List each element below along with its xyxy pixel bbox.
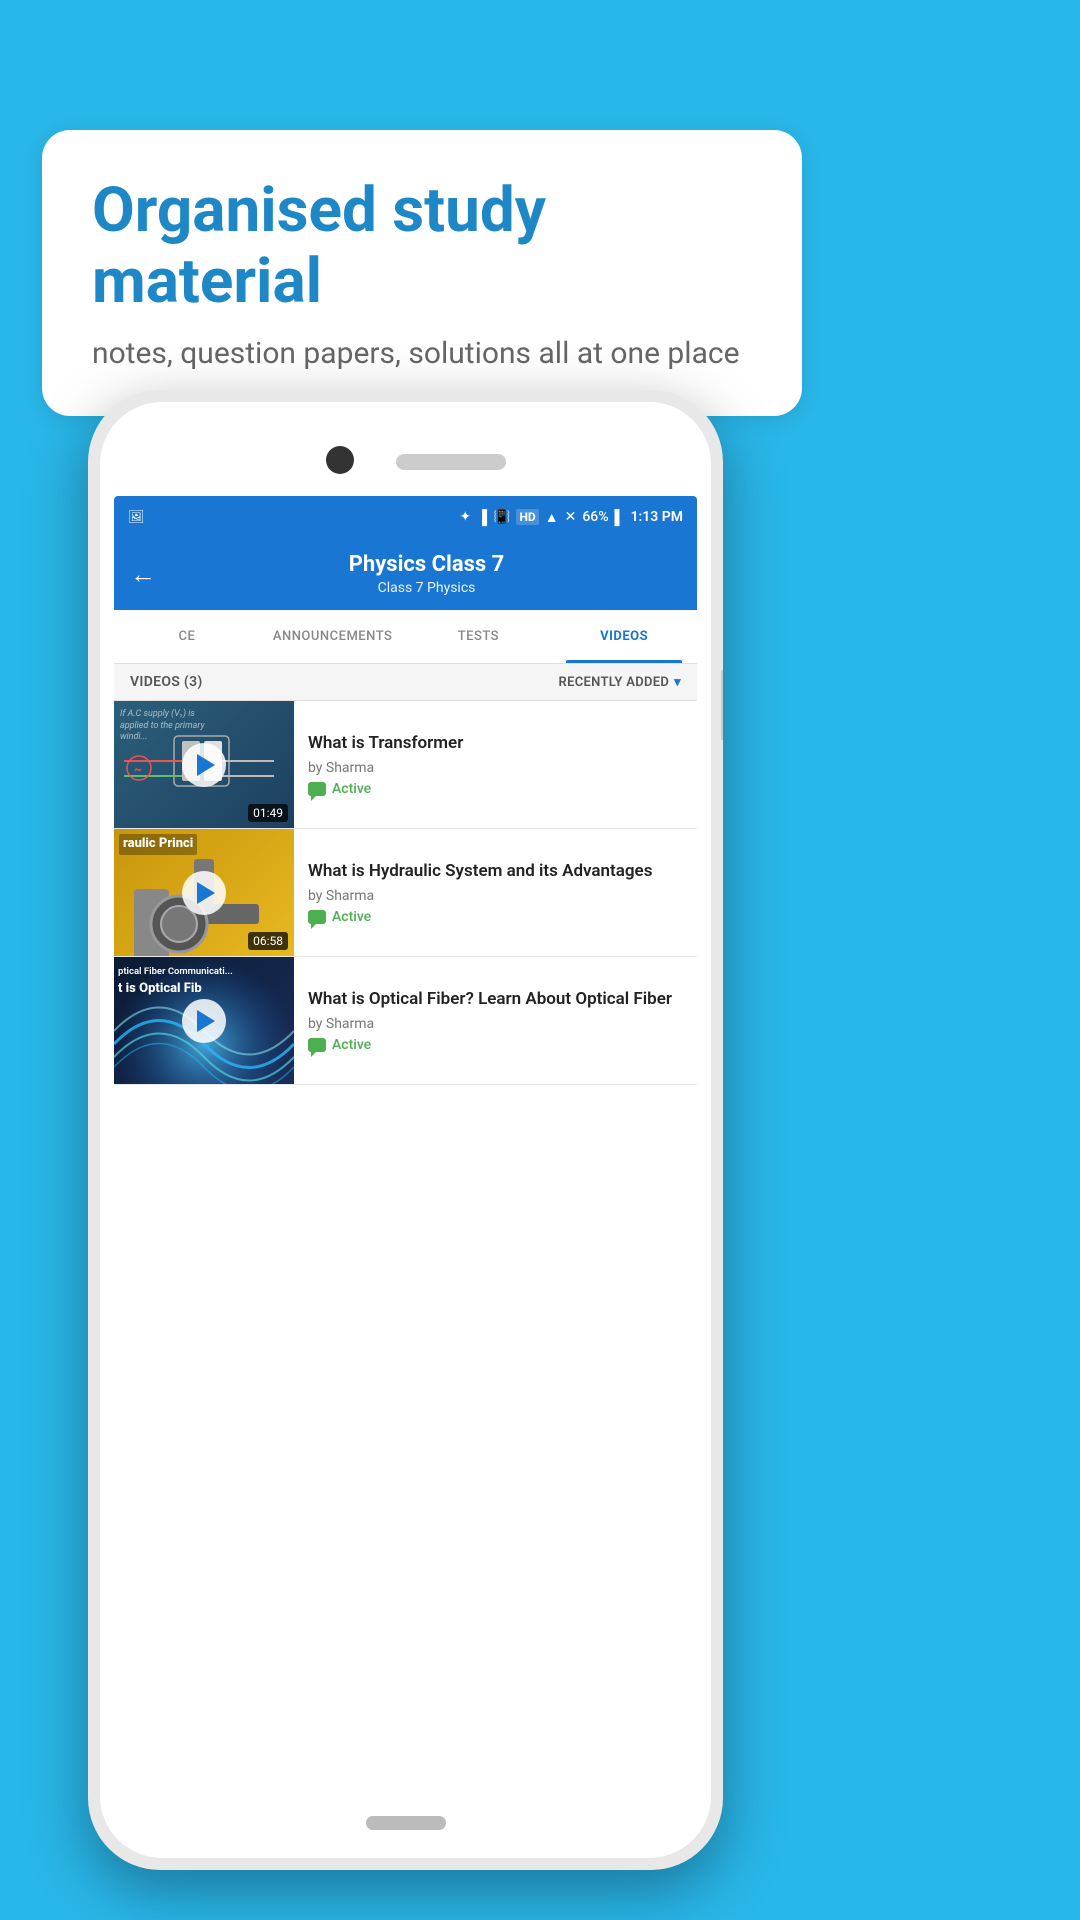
phone-screen: 🖼 ✦ ▐ 📳 HD ▲ ✕ 66% ▌ 1:13 PM ← P: [114, 496, 697, 1803]
thumb-overlay-1: If A.C supply (V₁) is applied to the pri…: [120, 709, 220, 744]
play-button-2[interactable]: [182, 871, 226, 915]
tab-announcements[interactable]: ANNOUNCEMENTS: [260, 610, 406, 663]
status-left: 🖼: [128, 510, 145, 525]
app-bar: ← Physics Class 7 Class 7 Physics: [114, 538, 697, 610]
video-thumbnail: ptical Fiber Communicati... t is Optical…: [114, 957, 294, 1084]
phone-side-button: [721, 670, 723, 740]
app-title: Physics Class 7: [172, 552, 681, 577]
bubble-title: Organised study material: [92, 175, 752, 318]
wifi-icon: ▲: [545, 509, 559, 526]
video-item[interactable]: ~ If A.C supply (V₁) is applied to the p…: [114, 701, 697, 829]
signal-icon: ▐: [477, 509, 487, 526]
thumb-overlay-2: raulic Princi: [119, 834, 197, 855]
play-icon: [197, 882, 215, 904]
videos-header: VIDEOS (3) RECENTLY ADDED ▾: [114, 664, 697, 701]
video-info-2: What is Hydraulic System and its Advanta…: [294, 829, 697, 956]
speech-bubble: Organised study material notes, question…: [42, 130, 802, 416]
chat-icon-3: [308, 1038, 326, 1052]
chat-icon-1: [308, 782, 326, 796]
vibrate-icon: 📳: [493, 509, 510, 525]
video-title-3: What is Optical Fiber? Learn About Optic…: [308, 988, 683, 1010]
app-subtitle: Class 7 Physics: [378, 580, 476, 596]
hd-label: HD: [516, 509, 538, 525]
video-author-3: by Sharma: [308, 1016, 683, 1032]
photo-icon: 🖼: [128, 510, 145, 525]
video-info-1: What is Transformer by Sharma Active: [294, 701, 697, 828]
video-thumbnail: ~ If A.C supply (V₁) is applied to the p…: [114, 701, 294, 828]
tab-tests[interactable]: TESTS: [406, 610, 552, 663]
video-info-3: What is Optical Fiber? Learn About Optic…: [294, 957, 697, 1084]
play-icon: [197, 1010, 215, 1032]
chat-icon-2: [308, 910, 326, 924]
video-author-1: by Sharma: [308, 760, 683, 776]
tab-bar: CE ANNOUNCEMENTS TESTS VIDEOS: [114, 610, 697, 664]
video-title-2: What is Hydraulic System and its Advanta…: [308, 860, 683, 882]
phone-inner: 🖼 ✦ ▐ 📳 HD ▲ ✕ 66% ▌ 1:13 PM ← P: [100, 402, 711, 1858]
sort-chevron-icon: ▾: [674, 675, 681, 690]
back-button[interactable]: ←: [130, 559, 156, 590]
video-thumbnail: raulic Princi 06:58: [114, 829, 294, 956]
video-item[interactable]: ptical Fiber Communicati... t is Optical…: [114, 957, 697, 1085]
video-status-2: Active: [308, 909, 683, 925]
phone-frame: 🖼 ✦ ▐ 📳 HD ▲ ✕ 66% ▌ 1:13 PM ← P: [88, 390, 723, 1870]
play-button-1[interactable]: [182, 743, 226, 787]
phone-speaker: [396, 454, 506, 470]
phone-home-indicator: [366, 1816, 446, 1830]
network-icon: ✕: [565, 509, 577, 525]
time-label: 1:13 PM: [630, 509, 683, 525]
video-item[interactable]: raulic Princi 06:58 What is Hydraulic Sy…: [114, 829, 697, 957]
status-right: ✦ ▐ 📳 HD ▲ ✕ 66% ▌ 1:13 PM: [459, 509, 683, 526]
phone-camera: [326, 446, 354, 474]
play-icon: [197, 754, 215, 776]
bubble-subtitle: notes, question papers, solutions all at…: [92, 336, 752, 371]
tab-videos[interactable]: VIDEOS: [551, 610, 697, 663]
play-button-3[interactable]: [182, 999, 226, 1043]
battery-text: 66%: [582, 509, 608, 525]
sort-button[interactable]: RECENTLY ADDED ▾: [559, 675, 681, 690]
sort-label: RECENTLY ADDED: [559, 675, 670, 690]
battery-icon: ▌: [615, 509, 625, 526]
status-bar: 🖼 ✦ ▐ 📳 HD ▲ ✕ 66% ▌ 1:13 PM: [114, 496, 697, 538]
video-title-1: What is Transformer: [308, 732, 683, 754]
video-duration-2: 06:58: [248, 932, 288, 950]
video-author-2: by Sharma: [308, 888, 683, 904]
tab-ce[interactable]: CE: [114, 610, 260, 663]
video-duration-1: 01:49: [248, 804, 288, 822]
video-list: ~ If A.C supply (V₁) is applied to the p…: [114, 701, 697, 1085]
app-bar-title-group: Physics Class 7 Class 7 Physics: [172, 552, 681, 596]
video-status-3: Active: [308, 1037, 683, 1053]
bluetooth-icon: ✦: [459, 509, 471, 525]
video-status-1: Active: [308, 781, 683, 797]
svg-text:~: ~: [134, 762, 142, 776]
videos-count: VIDEOS (3): [130, 674, 203, 690]
